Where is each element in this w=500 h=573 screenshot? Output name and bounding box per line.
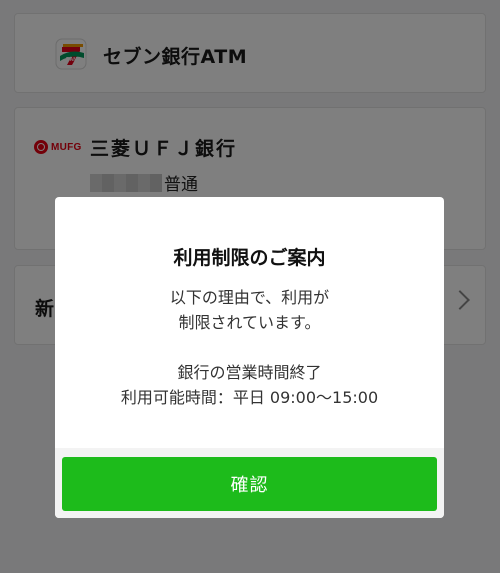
dialog-message: 以下の理由で、利用が 制限されています。 銀行の営業時間終了 利用可能時間：平日… [55,285,444,410]
dialog-message-line: 制限されています。 [178,313,321,332]
dialog-title: 利用制限のご案内 [173,247,326,269]
dialog-reason-line: 利用可能時間：平日 09:00〜15:00 [120,388,379,407]
confirm-button[interactable]: 確認 [62,457,437,511]
dialog-reason-line: 銀行の営業時間終了 [177,363,322,382]
restriction-dialog: 利用制限のご案内 以下の理由で、利用が 制限されています。 銀行の営業時間終了 … [55,197,444,518]
dialog-footer: 確認 [55,448,444,518]
dialog-message-line: 以下の理由で、利用が [169,288,330,307]
